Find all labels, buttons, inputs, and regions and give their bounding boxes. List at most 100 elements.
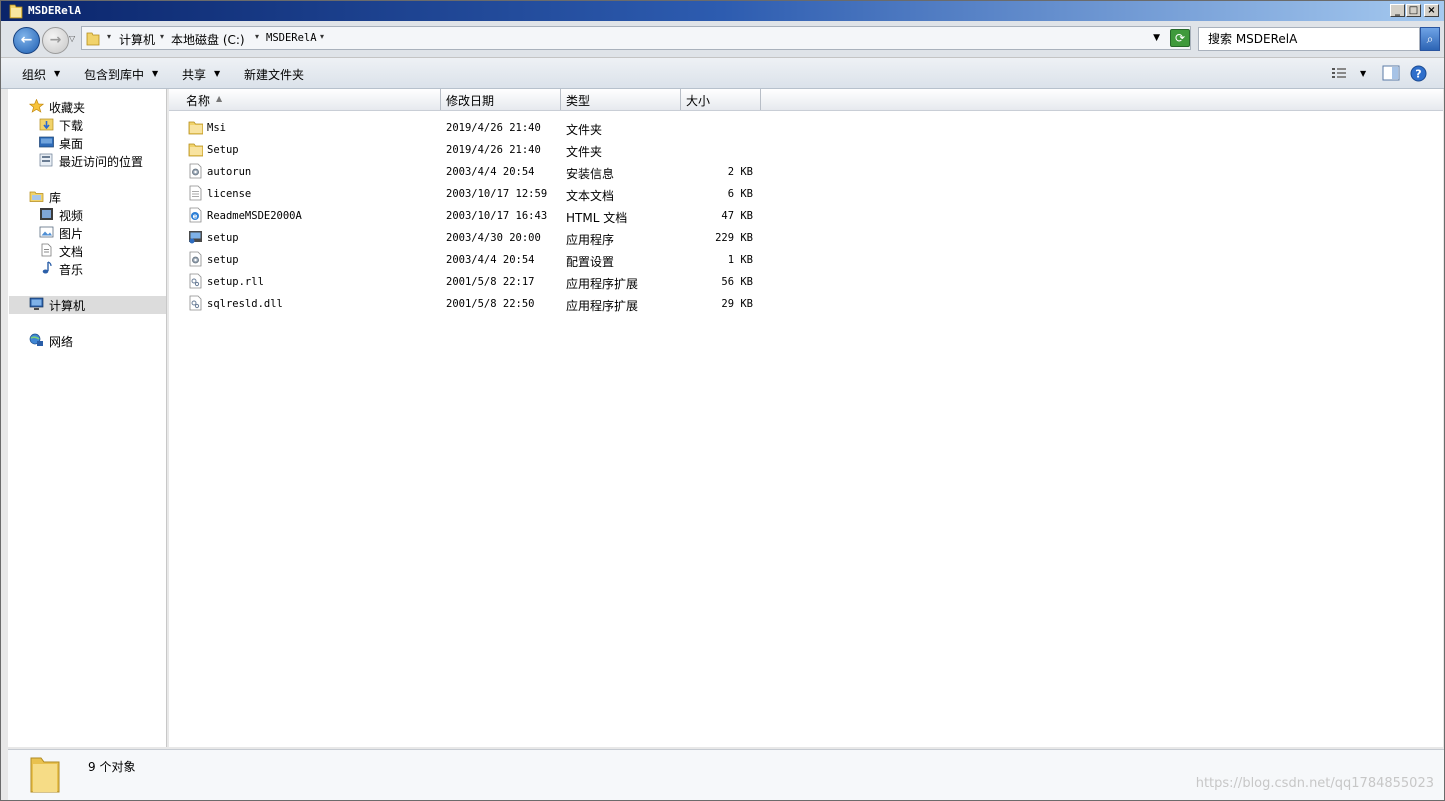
exe-file-icon bbox=[189, 231, 202, 244]
search-button[interactable]: ⌕ bbox=[1420, 27, 1440, 51]
include-in-library-button[interactable]: 包含到库中 bbox=[84, 66, 144, 83]
file-type: 文件夹 bbox=[566, 145, 603, 159]
column-header-date[interactable]: 修改日期 bbox=[446, 92, 494, 109]
nav-favorites[interactable]: 收藏夹 bbox=[29, 99, 85, 116]
file-row[interactable]: sqlresld.dll 2001/5/8 22:50 应用程序扩展 29 KB bbox=[169, 293, 809, 315]
nav-libraries[interactable]: 库 bbox=[29, 189, 62, 206]
navigation-pane: 收藏夹 下载 桌面 最近访问的位置 库 视频 图片 文档 音乐 计算机 网络 bbox=[8, 89, 167, 747]
back-button[interactable]: ← bbox=[13, 27, 40, 54]
folder-icon bbox=[30, 757, 60, 793]
file-name: setup bbox=[207, 254, 239, 266]
file-name: setup.rll bbox=[207, 276, 264, 288]
file-date: 2003/4/4 20:54 bbox=[446, 166, 535, 178]
chevron-down-icon[interactable]: ▾ bbox=[255, 32, 259, 41]
refresh-button[interactable]: ⟳ bbox=[1170, 29, 1190, 47]
chevron-down-icon[interactable]: ▾ bbox=[160, 32, 164, 41]
column-divider[interactable] bbox=[560, 89, 561, 110]
breadcrumb-computer[interactable]: 计算机 bbox=[119, 31, 155, 48]
folder-icon bbox=[86, 32, 100, 46]
file-date: 2003/10/17 12:59 bbox=[446, 188, 548, 200]
share-button[interactable]: 共享 bbox=[182, 66, 206, 83]
nav-downloads[interactable]: 下载 bbox=[39, 117, 83, 134]
chevron-down-icon[interactable]: ▼ bbox=[54, 69, 60, 78]
preview-pane-icon[interactable] bbox=[1382, 65, 1400, 81]
help-icon[interactable]: ? bbox=[1410, 65, 1427, 82]
view-options-icon[interactable] bbox=[1331, 65, 1349, 81]
chevron-down-icon[interactable]: ▼ bbox=[152, 69, 158, 78]
chevron-down-icon[interactable]: ▼ bbox=[214, 69, 220, 78]
nav-computer[interactable]: 计算机 bbox=[29, 297, 86, 314]
nav-label: 网络 bbox=[49, 335, 74, 349]
svg-text:e: e bbox=[193, 213, 198, 221]
file-date: 2019/4/26 21:40 bbox=[446, 144, 541, 156]
breadcrumb-local-disk[interactable]: 本地磁盘 (C:) bbox=[171, 31, 245, 48]
search-input[interactable]: 搜索 MSDERelA bbox=[1198, 27, 1420, 51]
column-divider[interactable] bbox=[680, 89, 681, 110]
nav-network[interactable]: 网络 bbox=[29, 333, 74, 350]
recent-places-icon bbox=[39, 153, 53, 167]
nav-pictures[interactable]: 图片 bbox=[39, 225, 84, 242]
file-size: 47 KB bbox=[721, 210, 753, 222]
file-row[interactable]: Setup 2019/4/26 21:40 文件夹 bbox=[169, 139, 809, 161]
breadcrumb-msderela[interactable]: MSDERelA bbox=[266, 32, 317, 44]
column-header-type[interactable]: 类型 bbox=[566, 92, 590, 109]
forward-button[interactable]: → bbox=[42, 27, 69, 54]
column-divider[interactable] bbox=[440, 89, 441, 110]
title-bar[interactable]: MSDERelA _ □ × bbox=[1, 1, 1444, 21]
recent-pages-dropdown[interactable]: ▽ bbox=[69, 34, 75, 43]
file-row[interactable]: autorun 2003/4/4 20:54 安装信息 2 KB bbox=[169, 161, 809, 183]
file-name: sqlresld.dll bbox=[207, 298, 283, 310]
nav-recent-places[interactable]: 最近访问的位置 bbox=[39, 153, 143, 170]
file-name: license bbox=[207, 188, 252, 200]
star-icon bbox=[29, 99, 44, 113]
address-bar-row: ← → ▽ ▾ 计算机 ▾ 本地磁盘 (C:) ▾ MSDERelA ▾ ▼ ⟳… bbox=[1, 21, 1444, 58]
nav-label: 计算机 bbox=[49, 299, 86, 313]
file-size: 6 KB bbox=[727, 188, 753, 200]
window-title: MSDERelA bbox=[28, 4, 81, 17]
nav-label: 文档 bbox=[59, 245, 84, 259]
file-row[interactable]: Msi 2019/4/26 21:40 文件夹 bbox=[169, 117, 809, 139]
file-date: 2019/4/26 21:40 bbox=[446, 122, 541, 134]
column-header-row: 名称 ▲ 修改日期 类型 大小 bbox=[169, 89, 1443, 111]
new-folder-button[interactable]: 新建文件夹 bbox=[244, 66, 304, 83]
nav-documents[interactable]: 文档 bbox=[41, 243, 84, 260]
address-box[interactable]: ▾ 计算机 ▾ 本地磁盘 (C:) ▾ MSDERelA ▾ ▼ bbox=[81, 26, 1191, 50]
file-date: 2003/4/4 20:54 bbox=[446, 254, 535, 266]
file-row[interactable]: e ReadmeMSDE2000A 2003/10/17 16:43 HTML 文档 4… bbox=[169, 205, 809, 227]
explorer-window: MSDERelA _ □ × ← → ▽ ▾ 计算机 ▾ 本地磁盘 (C:) ▾… bbox=[0, 0, 1445, 801]
file-date: 2001/5/8 22:50 bbox=[446, 298, 535, 310]
column-header-size[interactable]: 大小 bbox=[686, 92, 710, 109]
watermark: https://blog.csdn.net/qq1784855023 bbox=[1195, 776, 1434, 791]
column-header-name[interactable]: 名称 bbox=[186, 92, 210, 109]
chevron-down-icon[interactable]: ▾ bbox=[107, 32, 111, 41]
file-row[interactable]: license 2003/10/17 12:59 文本文档 6 KB bbox=[169, 183, 809, 205]
dll-file-icon bbox=[189, 273, 202, 289]
file-row[interactable]: setup.rll 2001/5/8 22:17 应用程序扩展 56 KB bbox=[169, 271, 809, 293]
address-history-dropdown[interactable]: ▼ bbox=[1153, 33, 1160, 43]
maximize-button[interactable]: □ bbox=[1406, 4, 1421, 17]
nav-label: 图片 bbox=[59, 227, 84, 241]
details-pane: 9 个对象 https://blog.csdn.net/qq1784855023 bbox=[8, 749, 1444, 800]
download-folder-icon bbox=[39, 118, 54, 131]
column-divider[interactable] bbox=[760, 89, 761, 110]
close-button[interactable]: × bbox=[1424, 4, 1439, 17]
search-icon: ⌕ bbox=[1426, 32, 1434, 46]
chevron-down-icon[interactable]: ▼ bbox=[1360, 69, 1366, 78]
nav-music[interactable]: 音乐 bbox=[42, 261, 83, 278]
file-size: 229 KB bbox=[715, 232, 753, 244]
nav-label: 库 bbox=[49, 191, 62, 205]
file-row[interactable]: setup 2003/4/4 20:54 配置设置 1 KB bbox=[169, 249, 809, 271]
minimize-button[interactable]: _ bbox=[1390, 4, 1405, 17]
file-row[interactable]: setup 2003/4/30 20:00 应用程序 229 KB bbox=[169, 227, 809, 249]
arrow-right-icon: → bbox=[49, 32, 62, 48]
file-type: 应用程序扩展 bbox=[566, 299, 639, 313]
nav-desktop[interactable]: 桌面 bbox=[39, 135, 83, 152]
file-size: 1 KB bbox=[727, 254, 753, 266]
sort-ascending-icon: ▲ bbox=[216, 94, 223, 103]
file-name: autorun bbox=[207, 166, 252, 178]
arrow-left-icon: ← bbox=[20, 32, 33, 48]
organize-button[interactable]: 组织 bbox=[22, 66, 46, 83]
nav-videos[interactable]: 视频 bbox=[40, 207, 83, 224]
text-file-icon bbox=[189, 185, 202, 201]
chevron-down-icon[interactable]: ▾ bbox=[320, 32, 324, 41]
